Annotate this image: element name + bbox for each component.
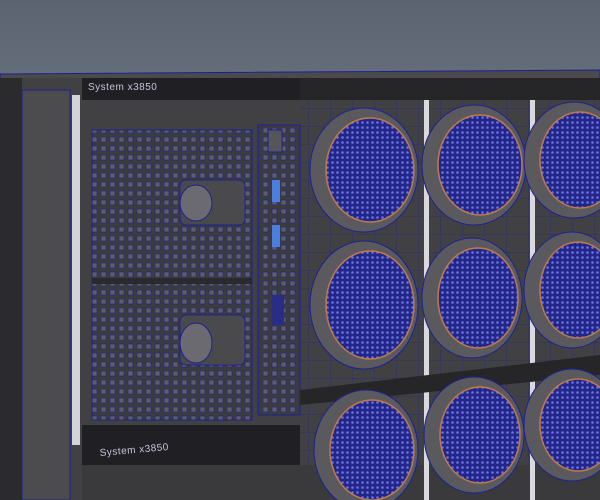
3d-viewport[interactable]: System x3850 System x3850 [0,0,600,500]
fan-cage-top-bar [300,78,600,100]
vga-port [272,295,284,325]
fan-grille-2 [437,114,523,216]
io-column [257,124,301,416]
left-bezel [21,89,71,500]
drive-knob-bottom [179,322,213,364]
fan-grille-1 [325,117,415,223]
model-label-top: System x3850 [88,82,157,93]
fan-array [309,101,600,500]
drive-knob-top [179,184,213,222]
usb-port-2 [272,225,280,247]
fan-grille-4 [325,250,415,360]
silver-strip [72,95,80,445]
drive-bay [91,129,253,421]
bay-divider [92,278,252,284]
left-rail [0,78,22,500]
fan-grille-8 [439,386,521,484]
fan-grille-5 [437,247,519,349]
usb-port-1 [272,180,280,202]
server-model: System x3850 System x3850 [0,69,600,500]
fan-grille-7 [329,399,415,500]
power-button [267,129,283,153]
bottom-label-bar [82,425,300,465]
